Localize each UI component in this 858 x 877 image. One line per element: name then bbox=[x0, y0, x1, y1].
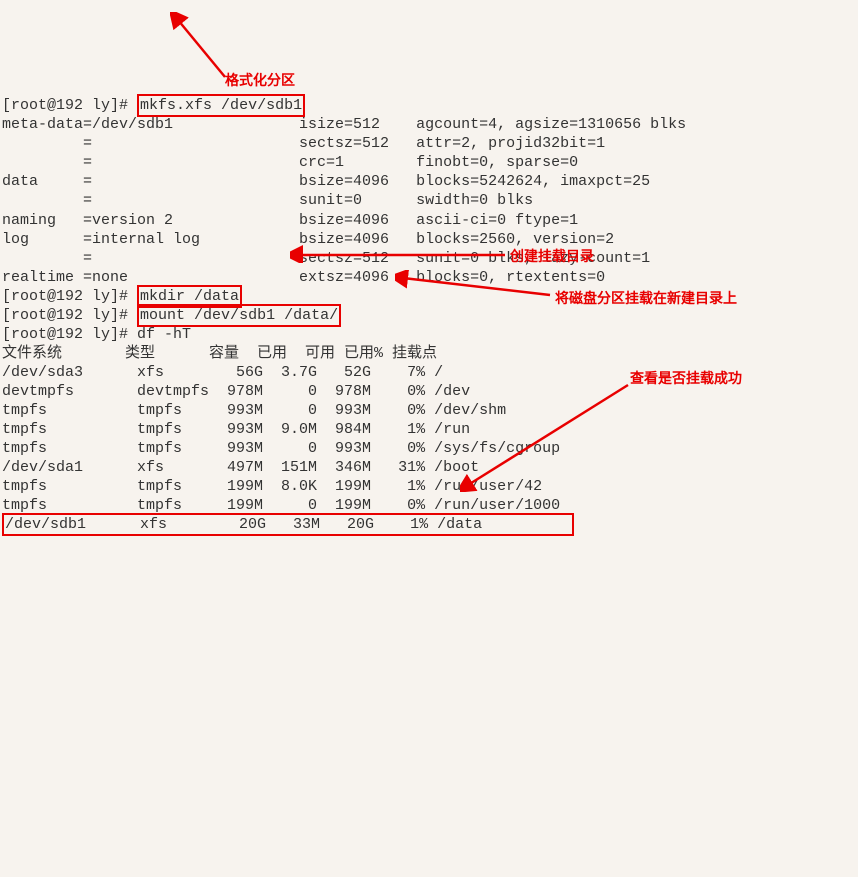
mkfs-line: data = bsize=4096 blocks=5242624, imaxpc… bbox=[2, 173, 650, 190]
mkfs-line: = sectsz=512 attr=2, projid32bit=1 bbox=[2, 135, 605, 152]
annotation-mount: 将磁盘分区挂载在新建目录上 bbox=[555, 290, 737, 308]
df-row: tmpfs tmpfs 199M 8.0K 199M 1% /run/user/… bbox=[2, 478, 542, 495]
df-row: /dev/sda3 xfs 56G 3.7G 52G 7% / bbox=[2, 364, 443, 381]
mkfs-line: realtime =none extsz=4096 blocks=0, rtex… bbox=[2, 269, 605, 286]
df-row: tmpfs tmpfs 993M 0 993M 0% /dev/shm bbox=[2, 402, 506, 419]
df-row-data: /dev/sdb1 xfs 20G 33M 20G 1% /data bbox=[2, 513, 574, 536]
mkfs-line: = crc=1 finobt=0, sparse=0 bbox=[2, 154, 578, 171]
df-header: 文件系统 类型 容量 已用 可用 已用% 挂载点 bbox=[2, 345, 437, 362]
prompt: [root@192 ly]# bbox=[2, 307, 128, 324]
annotation-check: 查看是否挂载成功 bbox=[630, 370, 742, 388]
annotation-format: 格式化分区 bbox=[225, 72, 295, 90]
prompt: [root@192 ly]# bbox=[2, 326, 128, 343]
mkfs-line: naming =version 2 bsize=4096 ascii-ci=0 … bbox=[2, 212, 578, 229]
cmd-mount: mount /dev/sdb1 /data/ bbox=[137, 304, 341, 327]
df-row: /dev/sda1 xfs 497M 151M 346M 31% /boot bbox=[2, 459, 479, 476]
annotation-mkdir: 创建挂载目录 bbox=[510, 248, 594, 266]
mkfs-line: = sunit=0 swidth=0 blks bbox=[2, 192, 533, 209]
mkfs-line: log =internal log bsize=4096 blocks=2560… bbox=[2, 231, 614, 248]
prompt: [root@192 ly]# bbox=[2, 97, 128, 114]
df-row: tmpfs tmpfs 993M 0 993M 0% /sys/fs/cgrou… bbox=[2, 440, 560, 457]
prompt: [root@192 ly]# bbox=[2, 288, 128, 305]
mkfs-line: meta-data=/dev/sdb1 isize=512 agcount=4,… bbox=[2, 116, 686, 133]
df-row: tmpfs tmpfs 993M 9.0M 984M 1% /run bbox=[2, 421, 470, 438]
cmd-mkfs: mkfs.xfs /dev/sdb1 bbox=[137, 94, 305, 117]
cmd-df: df -hT bbox=[137, 326, 191, 343]
df-row: devtmpfs devtmpfs 978M 0 978M 0% /dev bbox=[2, 383, 470, 400]
